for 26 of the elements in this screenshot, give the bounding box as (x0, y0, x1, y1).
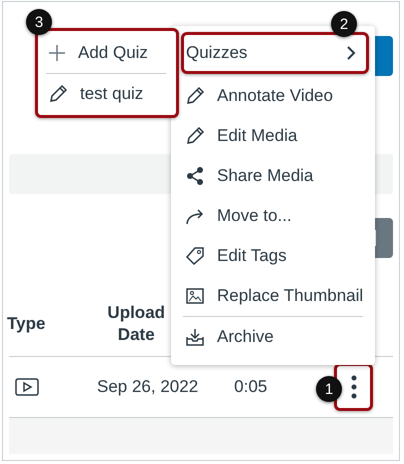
more-options-icon (350, 375, 356, 399)
download-tray-icon (185, 327, 205, 347)
video-icon (15, 378, 39, 396)
table-cell: 0:05 (234, 377, 268, 397)
menu-item[interactable]: Replace Thumbnail (171, 276, 375, 316)
share-icon (185, 166, 205, 186)
step-number: 1 (316, 376, 342, 402)
step-number: 3 (26, 9, 52, 35)
step-number: 2 (331, 11, 357, 37)
tag-icon (185, 246, 205, 266)
pencil-icon (185, 86, 205, 106)
menu-item[interactable]: Archive (171, 317, 375, 357)
plus-icon (48, 44, 66, 62)
table-cell: Sep 26, 2022 (97, 377, 198, 397)
menu-item[interactable]: Edit Tags (171, 236, 375, 276)
menu-item[interactable]: Move to... (171, 196, 375, 236)
chevron-right-icon (346, 45, 356, 61)
column-header: Type (7, 314, 46, 334)
image-icon (185, 286, 205, 306)
column-header: Upload Date (107, 302, 166, 346)
menu-item[interactable]: Share Media (171, 156, 375, 196)
menu-item[interactable]: Quizzes (181, 32, 369, 74)
pencil-icon (48, 84, 68, 104)
menu-item[interactable]: Edit Media (171, 116, 375, 156)
pencil-icon (185, 126, 205, 146)
menu-item[interactable]: Add Quiz (38, 33, 176, 73)
